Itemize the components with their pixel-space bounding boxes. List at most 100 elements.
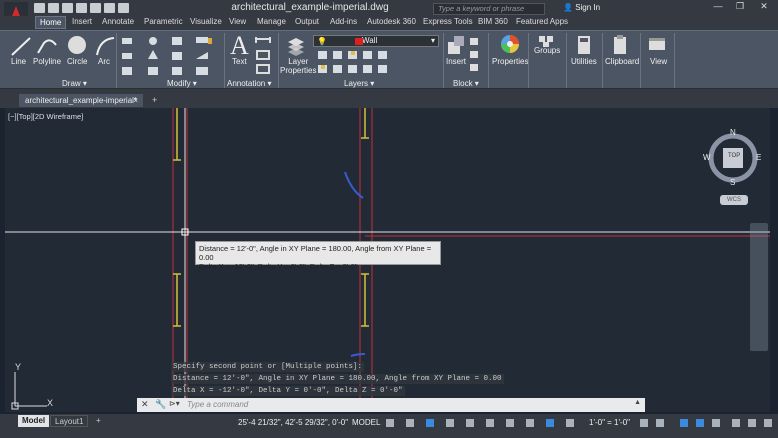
layer-tools-icon[interactable] — [316, 49, 436, 77]
modify-tools-icon[interactable] — [120, 34, 230, 78]
tab-featured-apps[interactable]: Featured Apps — [516, 17, 568, 26]
tab-express-tools[interactable]: Express Tools — [423, 17, 473, 26]
file-tab-active[interactable]: architectural_example-imperial* × — [19, 94, 143, 107]
ribbon: Line Polyline Circle Arc Draw ▾ Modify ▾… — [0, 30, 778, 88]
clipboard-icon[interactable] — [612, 34, 628, 56]
compass-n[interactable]: N — [730, 128, 736, 137]
line-label: Line — [11, 57, 27, 66]
dimension-tools-icon[interactable] — [254, 35, 274, 75]
polyline-icon[interactable] — [36, 35, 58, 57]
text-label: Text — [232, 57, 247, 66]
command-line[interactable]: ✕ 🔧 ⊳▾ Type a command ▲ — [137, 398, 645, 412]
ribbon-separator — [566, 33, 567, 88]
chevron-down-icon: ▾ — [430, 36, 435, 45]
command-history-line: Delta X = -12'-0", Delta Y = 0'-0", Delt… — [171, 386, 405, 396]
tab-output[interactable]: Output — [295, 17, 319, 26]
view-window-icon[interactable] — [648, 36, 666, 54]
tab-layout1[interactable]: Layout1 — [50, 415, 89, 427]
wcs-menu[interactable]: WCS — [720, 195, 748, 205]
search-input[interactable]: Type a keyword or phrase — [433, 3, 545, 15]
ribbon-separator — [602, 33, 603, 88]
compass-w[interactable]: W — [703, 153, 711, 162]
viewcube[interactable]: TOP N S E W — [703, 128, 761, 187]
title-bar: architectural_example-imperial.dwg Type … — [0, 0, 778, 16]
command-input[interactable]: Type a command — [187, 400, 248, 409]
groups-label: Groups — [534, 46, 561, 55]
viewcube-top-face[interactable]: TOP — [728, 153, 740, 159]
tab-home[interactable]: Home — [35, 16, 67, 29]
ribbon-separator — [674, 33, 675, 88]
model-space-toggle[interactable]: MODEL — [352, 418, 380, 427]
viewport-controls-label[interactable]: [−][Top][2D Wireframe] — [8, 112, 83, 121]
undo-icon[interactable] — [104, 3, 115, 13]
arc-icon[interactable] — [94, 35, 116, 57]
window-title: architectural_example-imperial.dwg — [231, 2, 389, 13]
line-icon[interactable] — [10, 35, 32, 57]
draw-panel-title[interactable]: Draw ▾ — [62, 79, 87, 88]
insert-label: Insert — [446, 57, 467, 66]
calculator-icon[interactable] — [576, 34, 592, 56]
tab-insert[interactable]: Insert — [72, 17, 92, 26]
close-cmdline-icon[interactable]: ✕ — [141, 399, 149, 410]
tab-model[interactable]: Model — [18, 415, 50, 427]
print-icon[interactable] — [90, 3, 101, 13]
tab-visualize[interactable]: Visualize — [190, 17, 222, 26]
modify-panel-title[interactable]: Modify ▾ — [167, 79, 197, 88]
ribbon-separator — [224, 33, 225, 88]
dynamic-input-tooltip: Distance = 12'-0", Angle in XY Plane = 1… — [195, 241, 441, 271]
properties-label: Properties — [492, 57, 529, 66]
compass-s[interactable]: S — [730, 178, 735, 187]
layer-dropdown[interactable]: 💡 Wall ▾ — [313, 35, 439, 47]
close-window-button[interactable]: ✕ — [752, 1, 776, 14]
block-tools-icon[interactable] — [468, 36, 482, 72]
status-toggles-icon[interactable] — [384, 417, 584, 431]
coordinate-readout[interactable]: 25'-4 21/32", 42'-5 29/32", 0'-0" — [238, 418, 348, 427]
recent-commands-icon[interactable]: ⊳▾ — [169, 399, 180, 408]
tooltip-delta-line: Delta X = -12'-0", Delta Y = 0'-0", Delt… — [199, 262, 358, 271]
navigation-bar[interactable] — [750, 223, 768, 351]
current-layer-name: Wall — [362, 36, 378, 45]
tab-view[interactable]: View — [229, 17, 246, 26]
sign-in-button[interactable]: 👤 Sign In — [563, 3, 600, 12]
add-layout-button[interactable]: + — [92, 415, 105, 427]
customize-wrench-icon[interactable]: 🔧 — [155, 399, 166, 410]
properties-color-wheel-icon[interactable] — [499, 33, 521, 55]
annotation-scale[interactable]: 1'-0" = 1'-0" — [589, 418, 630, 427]
compass-e[interactable]: E — [756, 153, 761, 162]
tab-parametric[interactable]: Parametric — [144, 17, 183, 26]
save-icon[interactable] — [62, 3, 73, 13]
ribbon-separator — [278, 33, 279, 88]
annotation-panel-title[interactable]: Annotation ▾ — [227, 79, 272, 88]
tab-annotate[interactable]: Annotate — [102, 17, 134, 26]
quick-access-toolbar — [34, 3, 129, 13]
insert-block-icon[interactable] — [446, 34, 466, 56]
block-panel-title[interactable]: Block ▾ — [453, 79, 479, 88]
command-history-line: Specify second point or [Multiple points… — [171, 362, 365, 372]
ucs-y-label: Y — [15, 362, 22, 372]
tooltip-distance-line: Distance = 12'-0", Angle in XY Plane = 1… — [199, 244, 432, 262]
circle-icon[interactable] — [66, 34, 88, 56]
ribbon-separator — [528, 33, 529, 88]
tab-autodesk-360[interactable]: Autodesk 360 — [367, 17, 416, 26]
command-history-line: Distance = 12'-0", Angle in XY Plane = 1… — [171, 374, 504, 384]
new-icon[interactable] — [34, 3, 45, 13]
layers-panel-title[interactable]: Layers ▾ — [344, 79, 374, 88]
layer-properties-icon[interactable] — [286, 34, 306, 56]
tab-add-ins[interactable]: Add-ins — [330, 17, 357, 26]
view-label: View — [650, 57, 668, 66]
save-as-icon[interactable] — [76, 3, 87, 13]
chevron-up-icon[interactable]: ▲ — [634, 399, 641, 406]
redo-icon[interactable] — [118, 3, 129, 13]
maximize-button[interactable]: ❐ — [728, 1, 752, 14]
sign-in-label: Sign In — [575, 3, 601, 12]
tab-bim-360[interactable]: BIM 360 — [478, 17, 508, 26]
new-tab-button[interactable]: + — [152, 95, 157, 105]
layer-color-swatch — [355, 38, 363, 45]
ucs-x-label: X — [47, 398, 54, 408]
file-tab-bar: architectural_example-imperial* × + — [0, 88, 778, 108]
close-tab-icon[interactable]: × — [133, 94, 138, 107]
open-icon[interactable] — [48, 3, 59, 13]
status-tray-icons[interactable] — [636, 417, 776, 431]
minimize-button[interactable]: — — [706, 1, 730, 14]
tab-manage[interactable]: Manage — [257, 17, 286, 26]
